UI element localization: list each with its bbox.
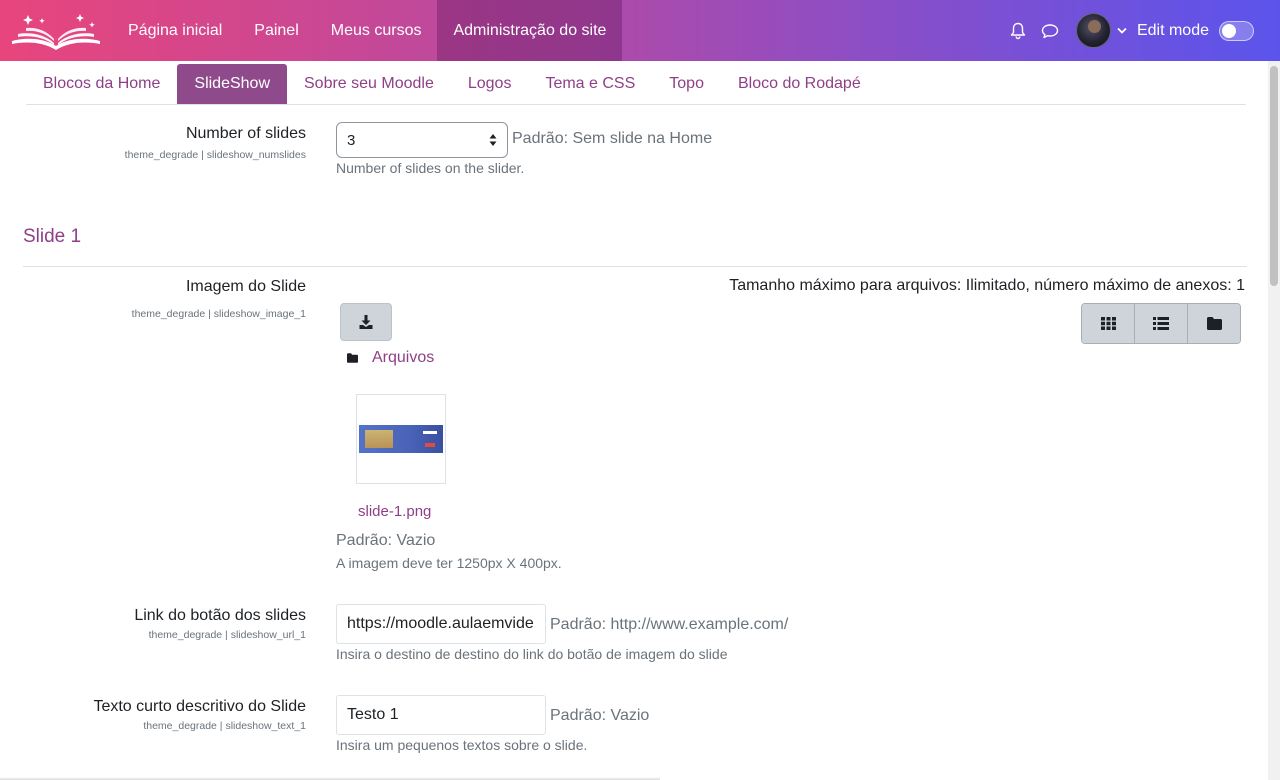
tab-logos[interactable]: Logos bbox=[451, 64, 529, 104]
folder-icon bbox=[1206, 317, 1222, 330]
tab-slideshow[interactable]: SlideShow bbox=[177, 64, 287, 104]
text-label-group: Texto curto descritivo do Slide theme_de… bbox=[93, 698, 306, 732]
nav-link-my-courses[interactable]: Meus cursos bbox=[315, 0, 438, 61]
text-title: Texto curto descritivo do Slide bbox=[93, 698, 306, 715]
download-icon bbox=[359, 315, 373, 329]
file-thumbnail[interactable] bbox=[356, 394, 446, 484]
numslides-select[interactable]: 3 bbox=[336, 122, 508, 158]
url-default: Padrão: http://www.example.com/ bbox=[550, 616, 789, 633]
view-mode-group bbox=[1081, 303, 1241, 344]
image-title: Imagem do Slide bbox=[185, 278, 306, 295]
image-default: Padrão: Vazio bbox=[336, 532, 436, 549]
select-arrows-icon bbox=[489, 134, 497, 146]
files-folder-label[interactable]: Arquivos bbox=[372, 349, 434, 367]
numslides-select-value: 3 bbox=[347, 131, 356, 149]
chevron-down-icon[interactable] bbox=[1115, 24, 1129, 38]
settings-tabs: Blocos da Home SlideShow Sobre seu Moodl… bbox=[26, 64, 1246, 105]
image-label-group: Imagem do Slide theme_degrade | slidesho… bbox=[132, 278, 306, 320]
bell-icon[interactable] bbox=[1002, 15, 1034, 47]
numslides-key: theme_degrade | slideshow_numslides bbox=[124, 149, 306, 161]
open-book-icon bbox=[12, 13, 100, 50]
list-icon bbox=[1153, 317, 1169, 330]
url-label-group: Link do botão dos slides theme_degrade |… bbox=[134, 607, 306, 641]
url-key: theme_degrade | slideshow_url_1 bbox=[148, 629, 306, 641]
text-input[interactable]: Testo 1 bbox=[336, 695, 546, 735]
nav-link-site-admin[interactable]: Administração do site bbox=[437, 0, 623, 61]
tab-tema-e-css[interactable]: Tema e CSS bbox=[528, 64, 652, 104]
slide-image-preview bbox=[359, 425, 443, 453]
nav-link-dashboard[interactable]: Painel bbox=[238, 0, 314, 61]
tab-bloco-do-rodape[interactable]: Bloco do Rodapé bbox=[721, 64, 878, 104]
tree-view-button[interactable] bbox=[1188, 304, 1240, 343]
text-default: Padrão: Vazio bbox=[550, 707, 650, 724]
numslides-title: Number of slides bbox=[185, 125, 306, 142]
top-navbar: Página inicial Painel Meus cursos Admini… bbox=[0, 0, 1280, 61]
page-scrollbar[interactable] bbox=[1268, 61, 1280, 780]
nav-link-home[interactable]: Página inicial bbox=[112, 0, 238, 61]
folder-icon bbox=[347, 353, 358, 363]
tab-sobre-seu-moodle[interactable]: Sobre seu Moodle bbox=[287, 64, 451, 104]
grid-icon bbox=[1100, 317, 1116, 330]
list-view-button[interactable] bbox=[1135, 304, 1188, 343]
edit-mode-label: Edit mode bbox=[1136, 21, 1209, 39]
scrollbar-thumb[interactable] bbox=[1270, 66, 1278, 286]
numslides-label-group: Number of slides theme_degrade | slidesh… bbox=[125, 125, 306, 161]
image-key: theme_degrade | slideshow_image_1 bbox=[131, 308, 306, 320]
file-name-link[interactable]: slide-1.png bbox=[358, 503, 431, 520]
text-input-value: Testo 1 bbox=[347, 706, 399, 723]
text-key: theme_degrade | slideshow_text_1 bbox=[143, 720, 306, 732]
site-logo[interactable] bbox=[0, 0, 112, 61]
tab-topo[interactable]: Topo bbox=[652, 64, 721, 104]
grid-view-button[interactable] bbox=[1082, 304, 1135, 343]
numslides-default: Padrão: Sem slide na Home bbox=[512, 130, 713, 147]
chat-icon[interactable] bbox=[1034, 15, 1066, 47]
url-input-value: https://moodle.aulaemvide bbox=[347, 615, 534, 632]
url-description: Insira o destino de destino do link do b… bbox=[336, 646, 728, 662]
section-divider bbox=[23, 266, 1247, 267]
tab-blocos-da-home[interactable]: Blocos da Home bbox=[26, 64, 177, 104]
files-folder[interactable]: Arquivos bbox=[347, 349, 434, 367]
section-heading-slide-1: Slide 1 bbox=[23, 226, 82, 247]
edit-mode-toggle[interactable] bbox=[1219, 20, 1254, 41]
image-description: A imagem deve ter 1250px X 400px. bbox=[336, 555, 562, 571]
text-description: Insira um pequenos textos sobre o slide. bbox=[336, 737, 588, 753]
url-title: Link do botão dos slides bbox=[134, 607, 306, 624]
avatar[interactable] bbox=[1075, 13, 1111, 48]
url-input[interactable]: https://moodle.aulaemvide bbox=[336, 604, 546, 644]
filepicker-limits: Tamanho máximo para arquivos: Ilimitado,… bbox=[729, 277, 1245, 294]
numslides-description: Number of slides on the slider. bbox=[336, 160, 525, 176]
upload-button[interactable] bbox=[340, 303, 392, 341]
